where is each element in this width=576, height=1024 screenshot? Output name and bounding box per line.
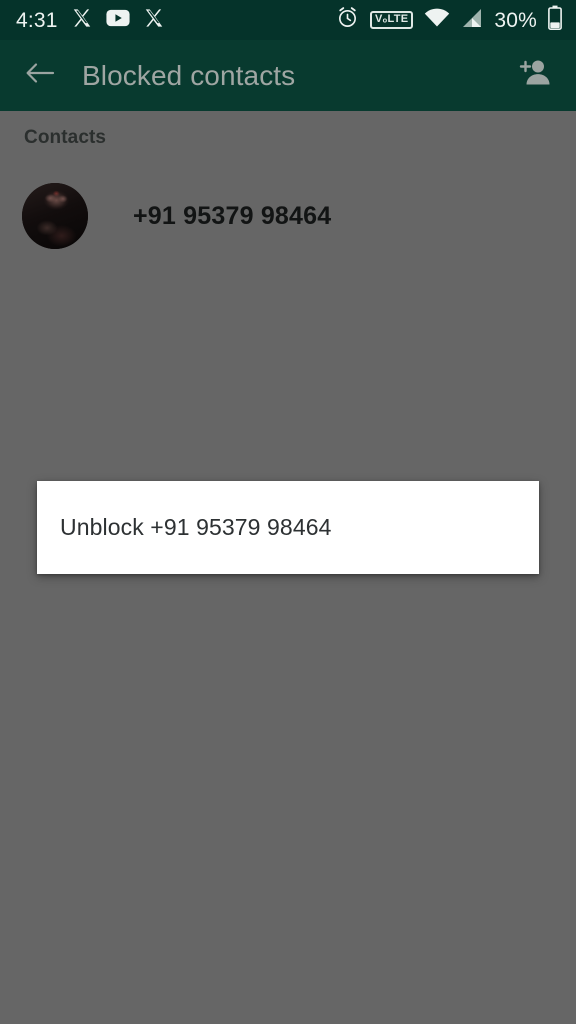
app-bar: Blocked contacts: [0, 40, 576, 111]
status-bar-clock: 4:31: [16, 8, 58, 32]
battery-percent-label: 30%: [494, 8, 537, 32]
back-arrow-icon: [25, 60, 55, 91]
add-person-icon: [515, 58, 551, 93]
add-contact-button[interactable]: [512, 55, 554, 97]
alarm-clock-icon: [336, 6, 359, 34]
cellular-signal-icon: [461, 8, 483, 33]
contact-avatar-photo: [22, 183, 88, 249]
volte-icon: VₒLTE: [370, 11, 414, 29]
status-bar-right: VₒLTE 30%: [336, 5, 562, 35]
youtube-icon: [106, 9, 130, 32]
blocked-contact-row[interactable]: +91 95379 98464: [0, 176, 576, 256]
wifi-icon: [424, 8, 450, 33]
status-bar-left: 4:31: [16, 7, 165, 34]
menu-item-unblock[interactable]: Unblock +91 95379 98464: [60, 514, 332, 541]
back-button[interactable]: [20, 56, 60, 96]
page-title: Blocked contacts: [82, 59, 296, 91]
x-twitter-icon: [71, 7, 93, 34]
contact-avatar: [22, 183, 88, 249]
status-bar: 4:31 VₒLTE 30%: [0, 0, 576, 40]
battery-icon: [548, 5, 562, 35]
x-twitter-icon: [143, 7, 165, 34]
contact-phone-number: +91 95379 98464: [133, 201, 332, 230]
context-menu-popup: Unblock +91 95379 98464: [37, 481, 539, 574]
section-header-contacts: Contacts: [24, 127, 107, 148]
